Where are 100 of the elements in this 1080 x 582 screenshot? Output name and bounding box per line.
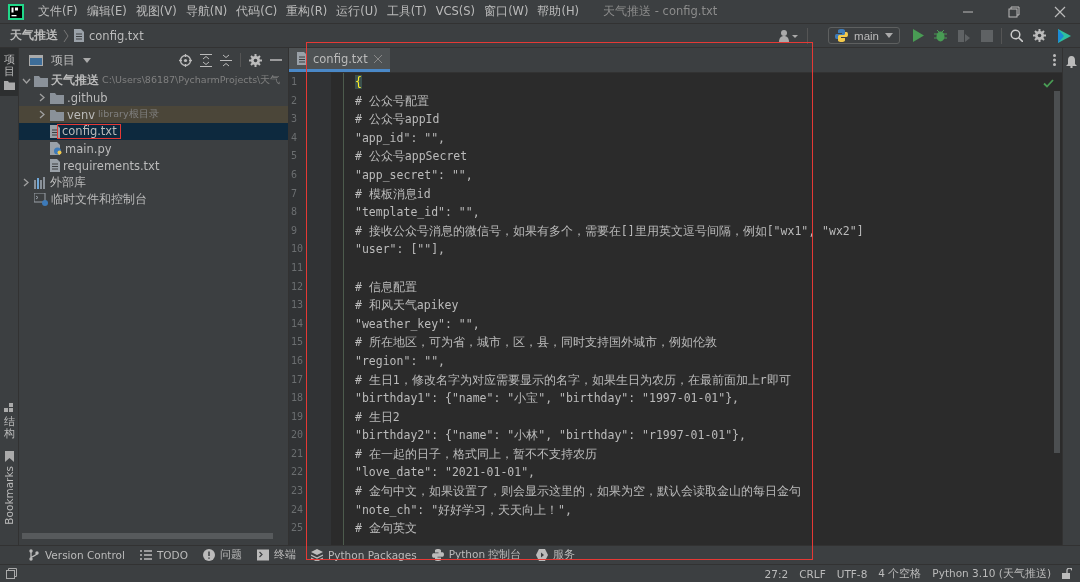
lock-icon[interactable]	[1062, 568, 1072, 579]
menu-item[interactable]: 工具(T)	[386, 4, 427, 19]
breadcrumb-chevron-icon	[63, 28, 69, 43]
settings-icon[interactable]	[249, 53, 262, 67]
list-icon	[139, 549, 152, 561]
line-number: 15	[290, 335, 305, 350]
tool-window-tab[interactable]: 项目	[0, 48, 18, 97]
editor-tab[interactable]: config.txt	[289, 48, 390, 72]
menu-item[interactable]: 代码(C)	[236, 4, 278, 19]
tree-row[interactable]: .github	[19, 89, 288, 106]
code-line: "weather_key": "",	[355, 316, 480, 331]
locate-icon[interactable]	[179, 53, 192, 67]
menu-item[interactable]: 视图(V)	[135, 4, 177, 19]
tool-window-button[interactable]: Python Packages	[310, 549, 417, 561]
tool-window-button[interactable]: 服务	[536, 548, 576, 562]
code-line: "birthday2": {"name": "小林", "birthday": "r1997-01-01"},	[355, 428, 746, 443]
line-number: 8	[290, 205, 299, 220]
status-item[interactable]: UTF-8	[836, 567, 868, 580]
line-number: 25	[290, 521, 305, 536]
line-number: 10	[290, 242, 305, 257]
panel-title[interactable]: 项目	[51, 52, 75, 68]
code-line: "love_date": "2021-01-01",	[355, 465, 535, 480]
tool-window-button[interactable]: 终端	[256, 548, 296, 562]
line-number: 18	[290, 391, 305, 406]
tree-row[interactable]: config.txt	[19, 123, 288, 140]
exclamation-icon	[202, 549, 215, 561]
status-item[interactable]: CRLF	[799, 567, 826, 580]
tree-item-label: 外部库	[50, 175, 86, 190]
tool-window-button[interactable]: TODO	[139, 549, 188, 561]
file-name: main.py	[65, 141, 112, 156]
file-icon	[50, 125, 60, 138]
menu-item[interactable]: 帮助(H)	[537, 4, 580, 19]
line-number: 23	[290, 484, 305, 499]
tree-row[interactable]: requirements.txt	[19, 157, 288, 174]
line-number: 7	[290, 186, 299, 201]
code-line: # 模板消息id	[355, 186, 431, 201]
tool-window-button[interactable]: Version Control	[28, 549, 125, 561]
code-line: # 金句英文	[355, 521, 417, 536]
code-line: # 公众号appSecret	[355, 149, 468, 164]
tree-row[interactable]: 外部库	[19, 174, 288, 191]
line-number: 13	[290, 298, 305, 313]
tool-window-tab[interactable]: Bookmarks	[0, 445, 18, 531]
code-line: "app_secret": "",	[355, 167, 473, 182]
tree-row[interactable]: venv library根目录	[19, 106, 288, 123]
status-item[interactable]: Python 3.10 (天气推送)	[932, 566, 1051, 581]
tool-window-button[interactable]: Python 控制台	[431, 548, 522, 562]
tool-window-label: 项目	[3, 54, 15, 78]
tool-window-tab[interactable]: 结构	[0, 397, 18, 446]
code-line: # 生日2	[355, 409, 400, 424]
run-config-dropdown[interactable]: main	[828, 27, 900, 44]
restore-icon[interactable]	[1008, 5, 1020, 18]
user-icon[interactable]	[779, 28, 800, 43]
menu-item[interactable]: 窗口(W)	[484, 4, 529, 19]
settings-icon[interactable]	[1033, 29, 1046, 42]
folder-icon	[50, 91, 64, 104]
plugin-logo-icon[interactable]	[1056, 27, 1072, 44]
code-line: # 信息配置	[355, 279, 417, 294]
code-line: # 生日1，修改名字为对应需要显示的名字，如果生日为农历，在最前面加上r即可	[355, 372, 791, 387]
menu-item[interactable]: 导航(N)	[185, 4, 228, 19]
scrollbar-thumb[interactable]	[22, 533, 273, 539]
more-icon[interactable]	[1053, 54, 1056, 66]
collapse-all-icon[interactable]	[220, 53, 232, 67]
tool-window-button[interactable]: 问题	[202, 548, 242, 562]
app-logo-icon	[8, 3, 24, 20]
matched-brace: {	[355, 75, 362, 89]
file-icon	[297, 52, 307, 65]
tree-item-label: 天气推送	[51, 73, 99, 88]
breadcrumb-item[interactable]: 天气推送	[10, 28, 58, 43]
close-icon[interactable]	[1054, 5, 1066, 18]
status-item[interactable]: 4 个空格	[878, 566, 922, 581]
panel-toggle-icon[interactable]	[6, 568, 17, 579]
line-number: 16	[290, 353, 305, 368]
menu-item[interactable]: 运行(U)	[336, 4, 378, 19]
file-icon	[50, 159, 60, 172]
menu-item[interactable]: VCS(S)	[435, 4, 476, 19]
tree-row[interactable]: main.py	[19, 140, 288, 157]
line-number: 6	[290, 167, 299, 182]
bug-icon[interactable]	[934, 29, 947, 42]
menu-item[interactable]: 编辑(E)	[86, 4, 127, 19]
code-line: # 和风天气apikey	[355, 298, 459, 313]
notifications-icon[interactable]	[1066, 56, 1077, 68]
tree-row[interactable]: 天气推送 C:\Users\86187\PycharmProjects\天气	[19, 72, 288, 89]
branch-icon	[28, 549, 40, 561]
file-icon	[74, 29, 84, 42]
tree-item-label: 临时文件和控制台	[51, 192, 147, 207]
search-icon[interactable]	[1010, 29, 1023, 42]
caret-icon[interactable]	[83, 57, 91, 63]
window-title: 天气推送 - config.txt	[603, 4, 718, 19]
menu-item[interactable]: 重构(R)	[286, 4, 328, 19]
run-icon[interactable]	[912, 29, 924, 42]
tree-row[interactable]: 临时文件和控制台	[19, 191, 288, 208]
tree-item-label: venv	[67, 107, 95, 122]
expand-all-icon[interactable]	[200, 53, 212, 67]
menu-item[interactable]: 文件(F)	[38, 4, 78, 19]
structure-icon	[4, 403, 14, 413]
breadcrumb-item[interactable]: config.txt	[89, 28, 144, 43]
tree-item-hint: library根目录	[98, 108, 159, 121]
code-line: # 金句中文，如果设置了，则会显示这里的，如果为空，默认会读取金山的每日金句	[355, 484, 801, 499]
status-item[interactable]: 27:2	[764, 567, 789, 580]
scrollbar-thumb[interactable]	[1054, 91, 1060, 453]
